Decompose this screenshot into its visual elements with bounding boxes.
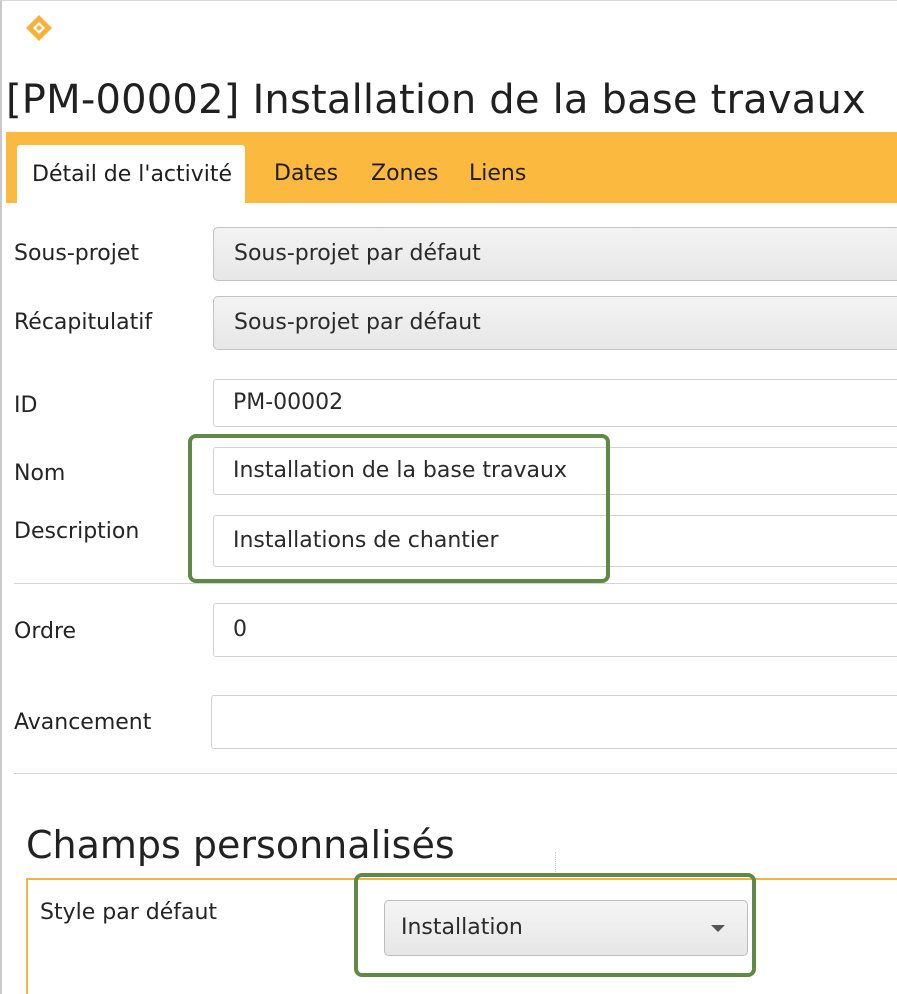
custom-fields-panel: Style par défaut Installation [26, 878, 897, 994]
recapitulatif-combo[interactable]: Sous-projet par défaut [213, 296, 897, 350]
recapitulatif-label: Récapitulatif [14, 310, 153, 335]
id-label: ID [14, 393, 38, 418]
sous-projet-combo[interactable]: Sous-projet par défaut [213, 227, 897, 281]
style-select-value: Installation [401, 915, 523, 940]
tab-zones[interactable]: Zones [371, 132, 438, 203]
custom-fields-title: Champs personnalisés [26, 823, 455, 867]
description-label: Description [14, 519, 140, 544]
style-label: Style par défaut [40, 900, 218, 925]
window-title: [PM-00002] Installation de la base trava… [6, 77, 866, 123]
nom-field[interactable]: Installation de la base travaux [213, 447, 897, 495]
avancement-field[interactable] [211, 695, 897, 749]
separator [14, 773, 897, 774]
tab-dates[interactable]: Dates [274, 132, 338, 203]
divider-mark [555, 852, 557, 874]
id-field[interactable]: PM-00002 [213, 379, 897, 427]
diamond-logo-icon [26, 15, 52, 41]
style-select[interactable]: Installation [384, 900, 748, 956]
separator [14, 583, 897, 584]
avancement-label: Avancement [14, 710, 152, 735]
sous-projet-label: Sous-projet [14, 241, 140, 266]
ordre-label: Ordre [14, 619, 77, 644]
chevron-down-icon[interactable] [711, 925, 725, 932]
nom-label: Nom [14, 461, 66, 486]
tab-detail[interactable]: Détail de l'activité [17, 145, 246, 203]
description-field[interactable]: Installations de chantier [213, 515, 897, 567]
activity-window: [PM-00002] Installation de la base trava… [0, 0, 897, 994]
ordre-field[interactable]: 0 [213, 603, 897, 657]
tab-bar: Détail de l'activité Dates Zones Liens [6, 132, 897, 203]
tab-liens[interactable]: Liens [469, 132, 526, 203]
